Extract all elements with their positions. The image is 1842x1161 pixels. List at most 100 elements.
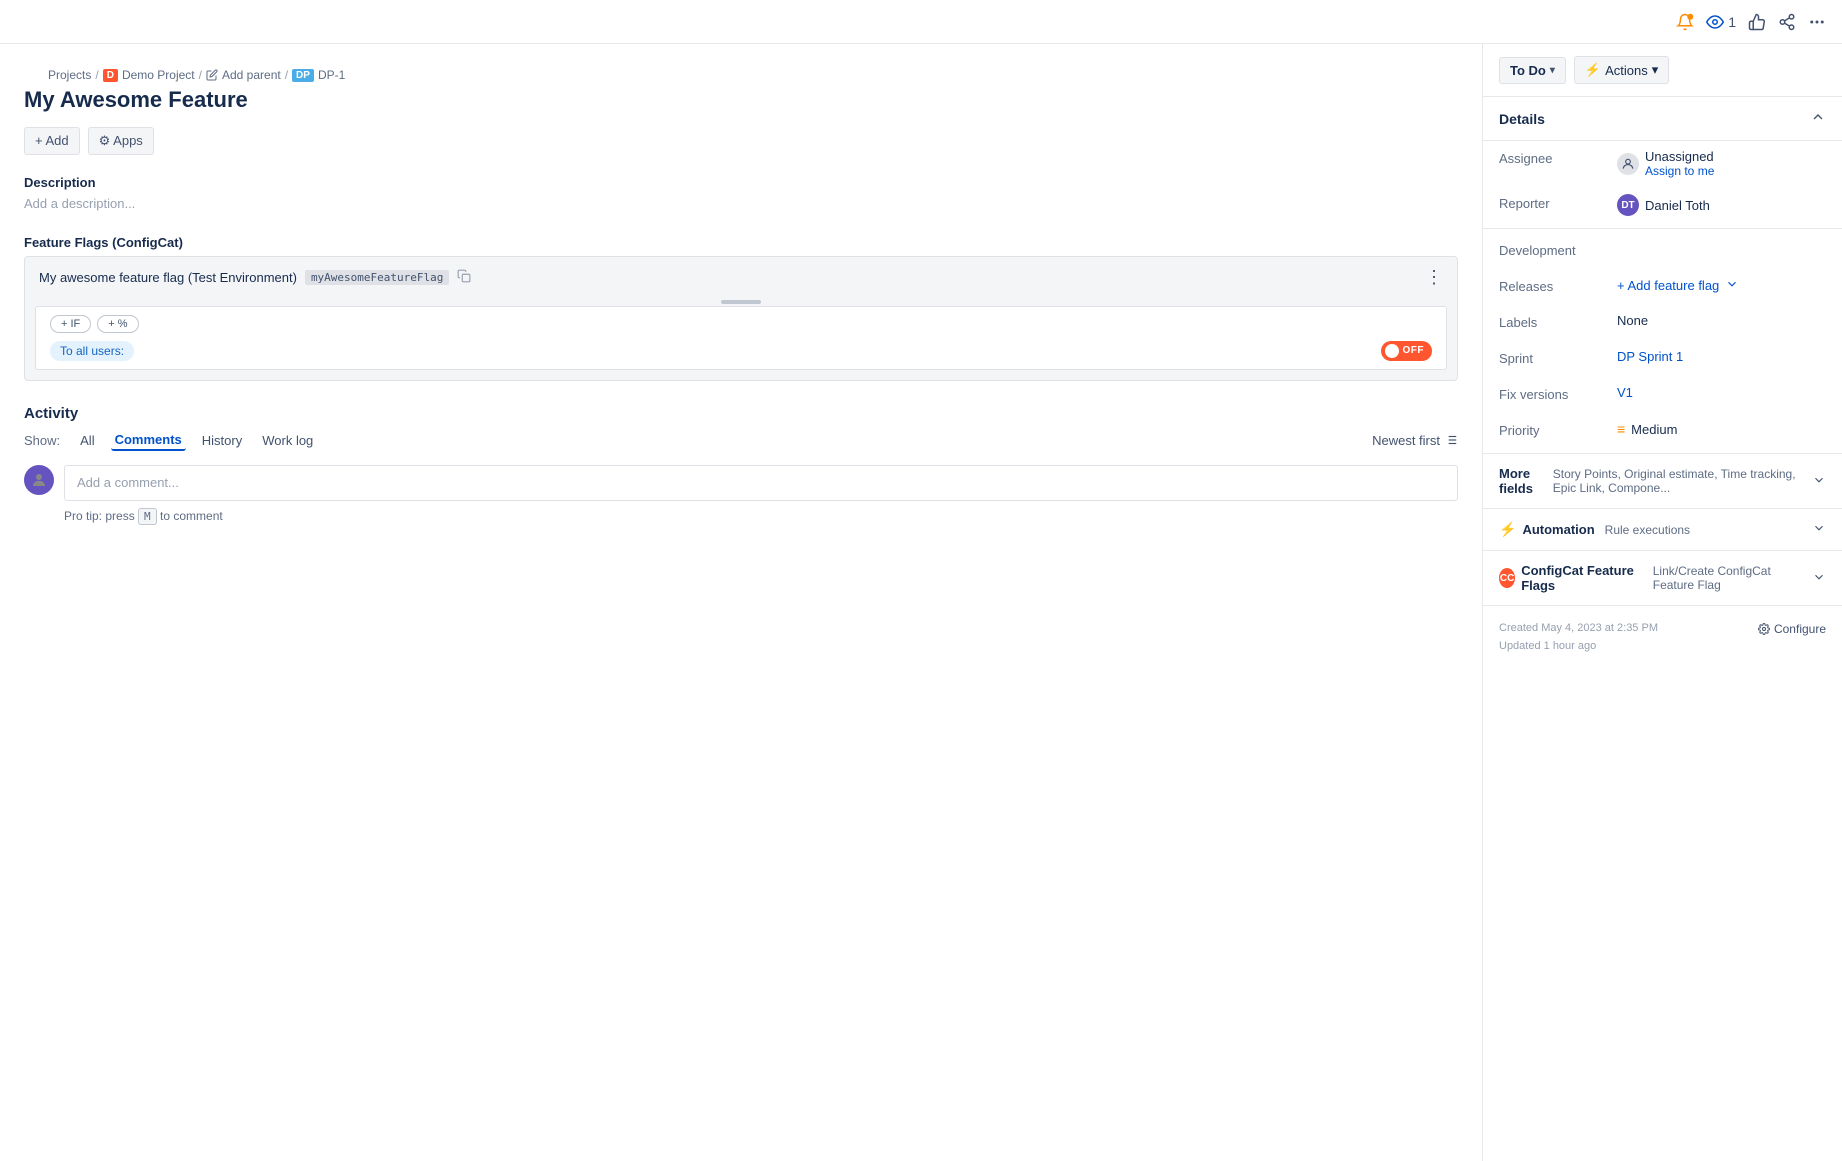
- tab-all[interactable]: All: [76, 431, 98, 450]
- fix-versions-label: Fix versions: [1499, 385, 1609, 402]
- sprint-link[interactable]: DP Sprint 1: [1617, 349, 1683, 364]
- page-title: My Awesome Feature: [24, 86, 1458, 115]
- feature-flags-section: Feature Flags (ConfigCat) My awesome fea…: [24, 235, 1458, 381]
- configcat-sub[interactable]: Link/Create ConfigCat Feature Flag: [1653, 564, 1806, 592]
- description-section: Description Add a description...: [24, 175, 1458, 211]
- description-header: Description: [24, 175, 1458, 190]
- sprint-value: DP Sprint 1: [1617, 349, 1826, 364]
- show-label: Show:: [24, 433, 60, 448]
- breadcrumb-demo-project[interactable]: Demo Project: [122, 68, 195, 82]
- pro-tip: Pro tip: press M to comment: [64, 509, 1458, 523]
- collapse-details-btn[interactable]: [1810, 109, 1826, 128]
- divider-4: [1483, 550, 1842, 551]
- divider-5: [1483, 605, 1842, 606]
- configure-icon: [1758, 623, 1770, 635]
- releases-row: Releases + Add feature flag: [1483, 269, 1842, 305]
- main-layout: Projects / D Demo Project / Add parent /…: [0, 44, 1842, 1161]
- priority-label: Priority: [1499, 421, 1609, 438]
- tab-worklog[interactable]: Work log: [258, 431, 317, 450]
- toolbar: + Add ⚙ Apps: [24, 127, 1458, 155]
- breadcrumb-ticket-id[interactable]: DP-1: [318, 68, 345, 82]
- fix-version-link[interactable]: V1: [1617, 385, 1633, 400]
- sort-button[interactable]: Newest first: [1372, 433, 1458, 448]
- updated-label: Updated 1 hour ago: [1499, 640, 1826, 652]
- fix-versions-value: V1: [1617, 385, 1826, 400]
- flag-title-row: My awesome feature flag (Test Environmen…: [39, 269, 471, 286]
- add-button[interactable]: + Add: [24, 127, 80, 155]
- details-title: Details: [1499, 111, 1545, 127]
- description-placeholder[interactable]: Add a description...: [24, 196, 1458, 211]
- sort-icon: [1444, 433, 1458, 447]
- activity-title: Activity: [24, 405, 1458, 422]
- pro-tip-text: Pro tip: press: [64, 509, 135, 523]
- flag-key-badge: myAwesomeFeatureFlag: [305, 270, 449, 285]
- percent-tag[interactable]: + %: [97, 315, 138, 333]
- actions-button[interactable]: ⚡ Actions ▾: [1574, 56, 1669, 84]
- breadcrumb-projects[interactable]: Projects: [48, 68, 91, 82]
- toggle-off-btn[interactable]: OFF: [1381, 341, 1433, 361]
- configure-btn[interactable]: Configure: [1758, 622, 1826, 636]
- flag-header: My awesome feature flag (Test Environmen…: [25, 257, 1457, 298]
- releases-expand-btn[interactable]: [1725, 277, 1739, 294]
- more-actions-btn[interactable]: [1808, 13, 1826, 31]
- flag-name: My awesome feature flag (Test Environmen…: [39, 270, 297, 285]
- watch-btn[interactable]: 1: [1706, 13, 1736, 31]
- status-label: To Do: [1510, 63, 1546, 78]
- assignee-label: Assignee: [1499, 149, 1609, 166]
- user-avatar: [24, 465, 54, 495]
- more-fields-expand-icon[interactable]: [1812, 473, 1826, 490]
- configure-label: Configure: [1774, 622, 1826, 636]
- copy-icon[interactable]: [457, 269, 471, 286]
- left-panel: Projects / D Demo Project / Add parent /…: [0, 44, 1482, 1161]
- sidebar-footer: Created May 4, 2023 at 2:35 PM Configure…: [1483, 610, 1842, 664]
- edit-icon: [206, 69, 218, 81]
- actions-chevron: ▾: [1652, 62, 1659, 78]
- more-fields-row[interactable]: More fields Story Points, Original estim…: [1483, 458, 1842, 504]
- comment-input[interactable]: Add a comment...: [64, 465, 1458, 501]
- automation-row: ⚡ Automation Rule executions: [1483, 513, 1842, 546]
- right-sidebar: To Do ▾ ⚡ Actions ▾ Details Assignee: [1482, 44, 1842, 1161]
- status-chevron: ▾: [1550, 65, 1555, 76]
- more-fields-label: More fields: [1499, 466, 1547, 496]
- assignee-text: Unassigned: [1645, 149, 1714, 164]
- flag-more-icon[interactable]: ⋮: [1425, 267, 1443, 288]
- assign-me-link[interactable]: Assign to me: [1645, 164, 1714, 178]
- actions-label: Actions: [1605, 63, 1648, 78]
- releases-label: Releases: [1499, 277, 1609, 294]
- watch-count: 1: [1728, 14, 1736, 30]
- comment-placeholder: Add a comment...: [77, 475, 179, 490]
- development-row: Development: [1483, 233, 1842, 269]
- breadcrumb-add-parent[interactable]: Add parent: [222, 68, 281, 82]
- reporter-avatar: DT: [1617, 194, 1639, 216]
- flag-scroll-indicator: [25, 298, 1457, 306]
- activity-tabs: Show: All Comments History Work log Newe…: [24, 430, 1458, 451]
- reporter-value: DT Daniel Toth: [1617, 194, 1826, 216]
- labels-value[interactable]: None: [1617, 313, 1826, 328]
- like-btn[interactable]: [1748, 13, 1766, 31]
- toggle-label: OFF: [1403, 345, 1425, 356]
- configcat-expand-icon[interactable]: [1812, 570, 1826, 587]
- add-feature-flag-btn[interactable]: + Add feature flag: [1617, 278, 1719, 293]
- labels-label: Labels: [1499, 313, 1609, 330]
- created-label: Created May 4, 2023 at 2:35 PM: [1499, 622, 1658, 634]
- status-button[interactable]: To Do ▾: [1499, 57, 1566, 84]
- automation-expand-icon[interactable]: [1812, 521, 1826, 538]
- if-tag[interactable]: + IF: [50, 315, 91, 333]
- divider-1: [1483, 228, 1842, 229]
- sidebar-top-bar: To Do ▾ ⚡ Actions ▾: [1483, 44, 1842, 97]
- pro-tip-key: M: [138, 508, 157, 525]
- priority-value: ≡ Medium: [1617, 421, 1826, 437]
- automation-lightning-icon: ⚡: [1499, 521, 1516, 538]
- comment-area: Add a comment...: [24, 465, 1458, 501]
- apps-button[interactable]: ⚙ Apps: [88, 127, 154, 155]
- reporter-label: Reporter: [1499, 194, 1609, 211]
- more-fields-sub: Story Points, Original estimate, Time tr…: [1553, 467, 1806, 495]
- feature-flag-box: My awesome feature flag (Test Environmen…: [24, 256, 1458, 381]
- share-btn[interactable]: [1778, 13, 1796, 31]
- tab-history[interactable]: History: [198, 431, 246, 450]
- notification-icon-btn[interactable]: [1676, 13, 1694, 31]
- priority-icon: ≡: [1617, 421, 1625, 437]
- automation-label: Automation: [1522, 522, 1594, 537]
- feature-flags-header: Feature Flags (ConfigCat): [24, 235, 1458, 250]
- tab-comments[interactable]: Comments: [111, 430, 186, 451]
